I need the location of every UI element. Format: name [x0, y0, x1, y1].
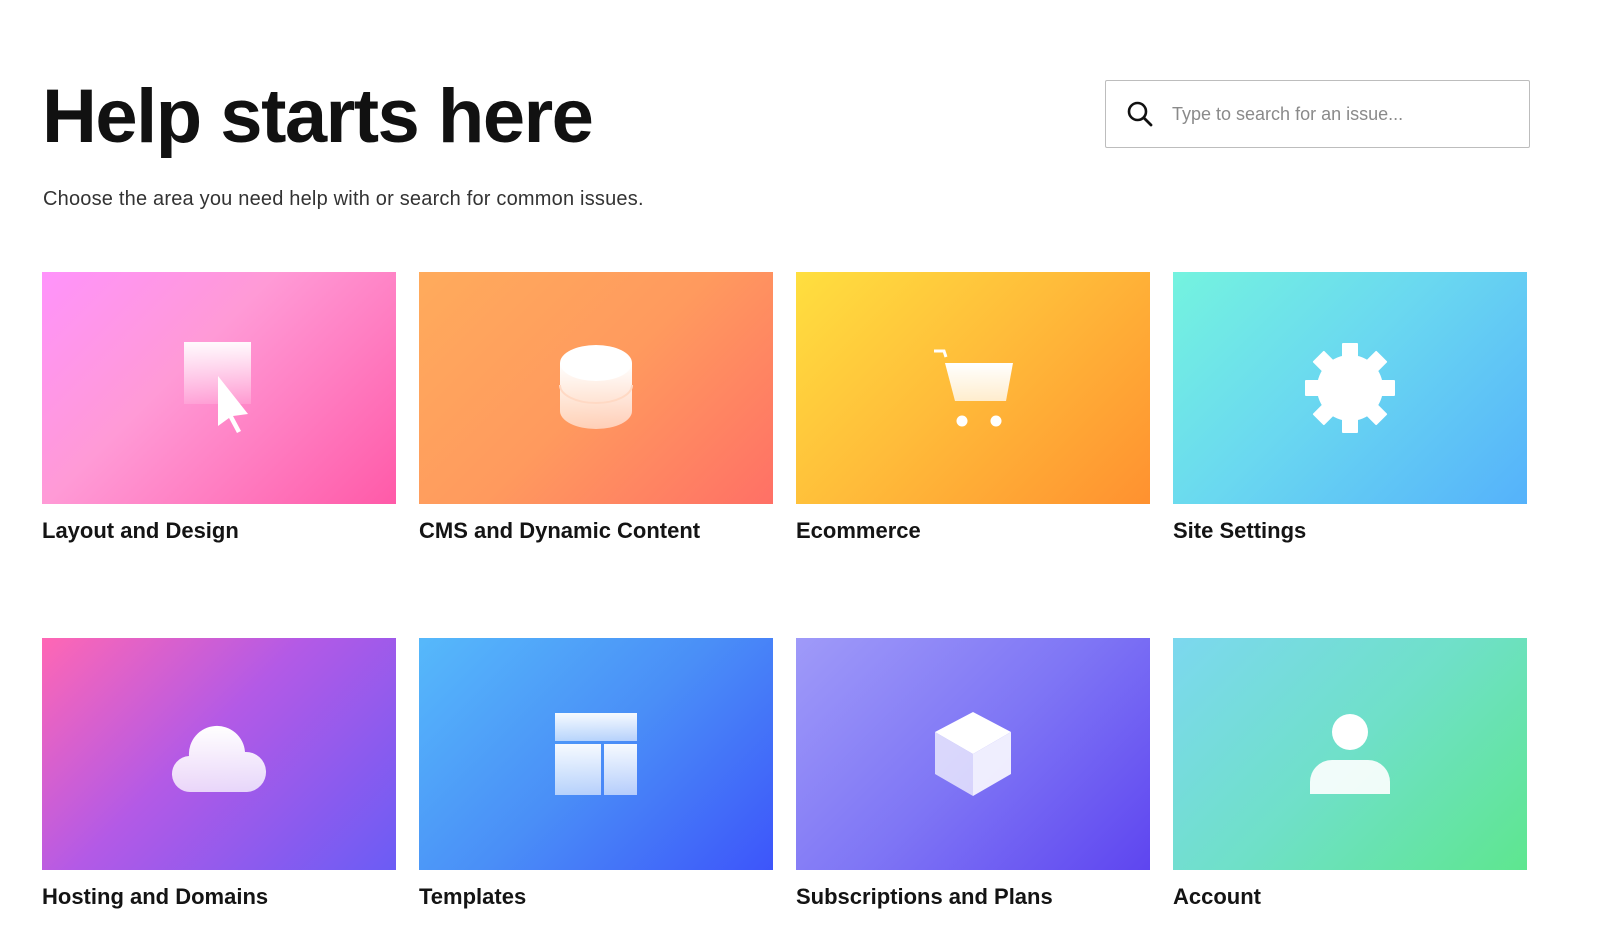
category-label: Hosting and Domains [42, 884, 269, 909]
category-tile[interactable] [419, 272, 773, 504]
category-card-ecommerce[interactable]: Ecommerce [796, 272, 1150, 544]
category-label: Layout and Design [42, 518, 239, 543]
category-grid: Layout and Design CMS and Dynamic Conten [42, 272, 1527, 910]
category-card-layout-and-design[interactable]: Layout and Design [42, 272, 396, 544]
user-icon [1310, 714, 1390, 794]
category-tile[interactable] [42, 272, 396, 504]
cursor-icon [184, 342, 251, 433]
page-subtitle: Choose the area you need help with or se… [43, 188, 644, 210]
category-tile[interactable] [42, 638, 396, 870]
category-label: Site Settings [1173, 518, 1307, 543]
cube-icon [935, 712, 1011, 796]
search-box[interactable] [1105, 80, 1530, 148]
cart-icon [934, 349, 1013, 427]
category-label: Account [1173, 884, 1261, 909]
category-card-cms[interactable]: CMS and Dynamic Content [419, 272, 773, 544]
database-icon [559, 344, 633, 429]
category-tile[interactable] [796, 272, 1150, 504]
template-icon [555, 713, 637, 795]
category-card-subscriptions[interactable]: Subscriptions and Plans [796, 638, 1150, 910]
category-tile[interactable] [419, 638, 773, 870]
search-input[interactable] [1172, 103, 1502, 125]
cloud-icon [171, 725, 267, 793]
category-card-account[interactable]: Account [1173, 638, 1527, 910]
category-label: CMS and Dynamic Content [419, 518, 701, 543]
category-card-hosting[interactable]: Hosting and Domains [42, 638, 396, 910]
category-label: Templates [419, 884, 527, 909]
category-card-site-settings[interactable]: Site Settings [1173, 272, 1527, 544]
category-label: Subscriptions and Plans [796, 884, 1053, 909]
category-tile[interactable] [1173, 638, 1527, 870]
help-center-page: Help starts here Choose the area you nee… [0, 0, 1600, 932]
category-label: Ecommerce [796, 518, 921, 543]
category-tile[interactable] [796, 638, 1150, 870]
page-title: Help starts here [42, 74, 594, 159]
category-card-templates[interactable]: Templates [419, 638, 773, 910]
category-tile[interactable] [1173, 272, 1527, 504]
search-icon [1127, 101, 1153, 127]
gear-icon [1305, 343, 1395, 433]
